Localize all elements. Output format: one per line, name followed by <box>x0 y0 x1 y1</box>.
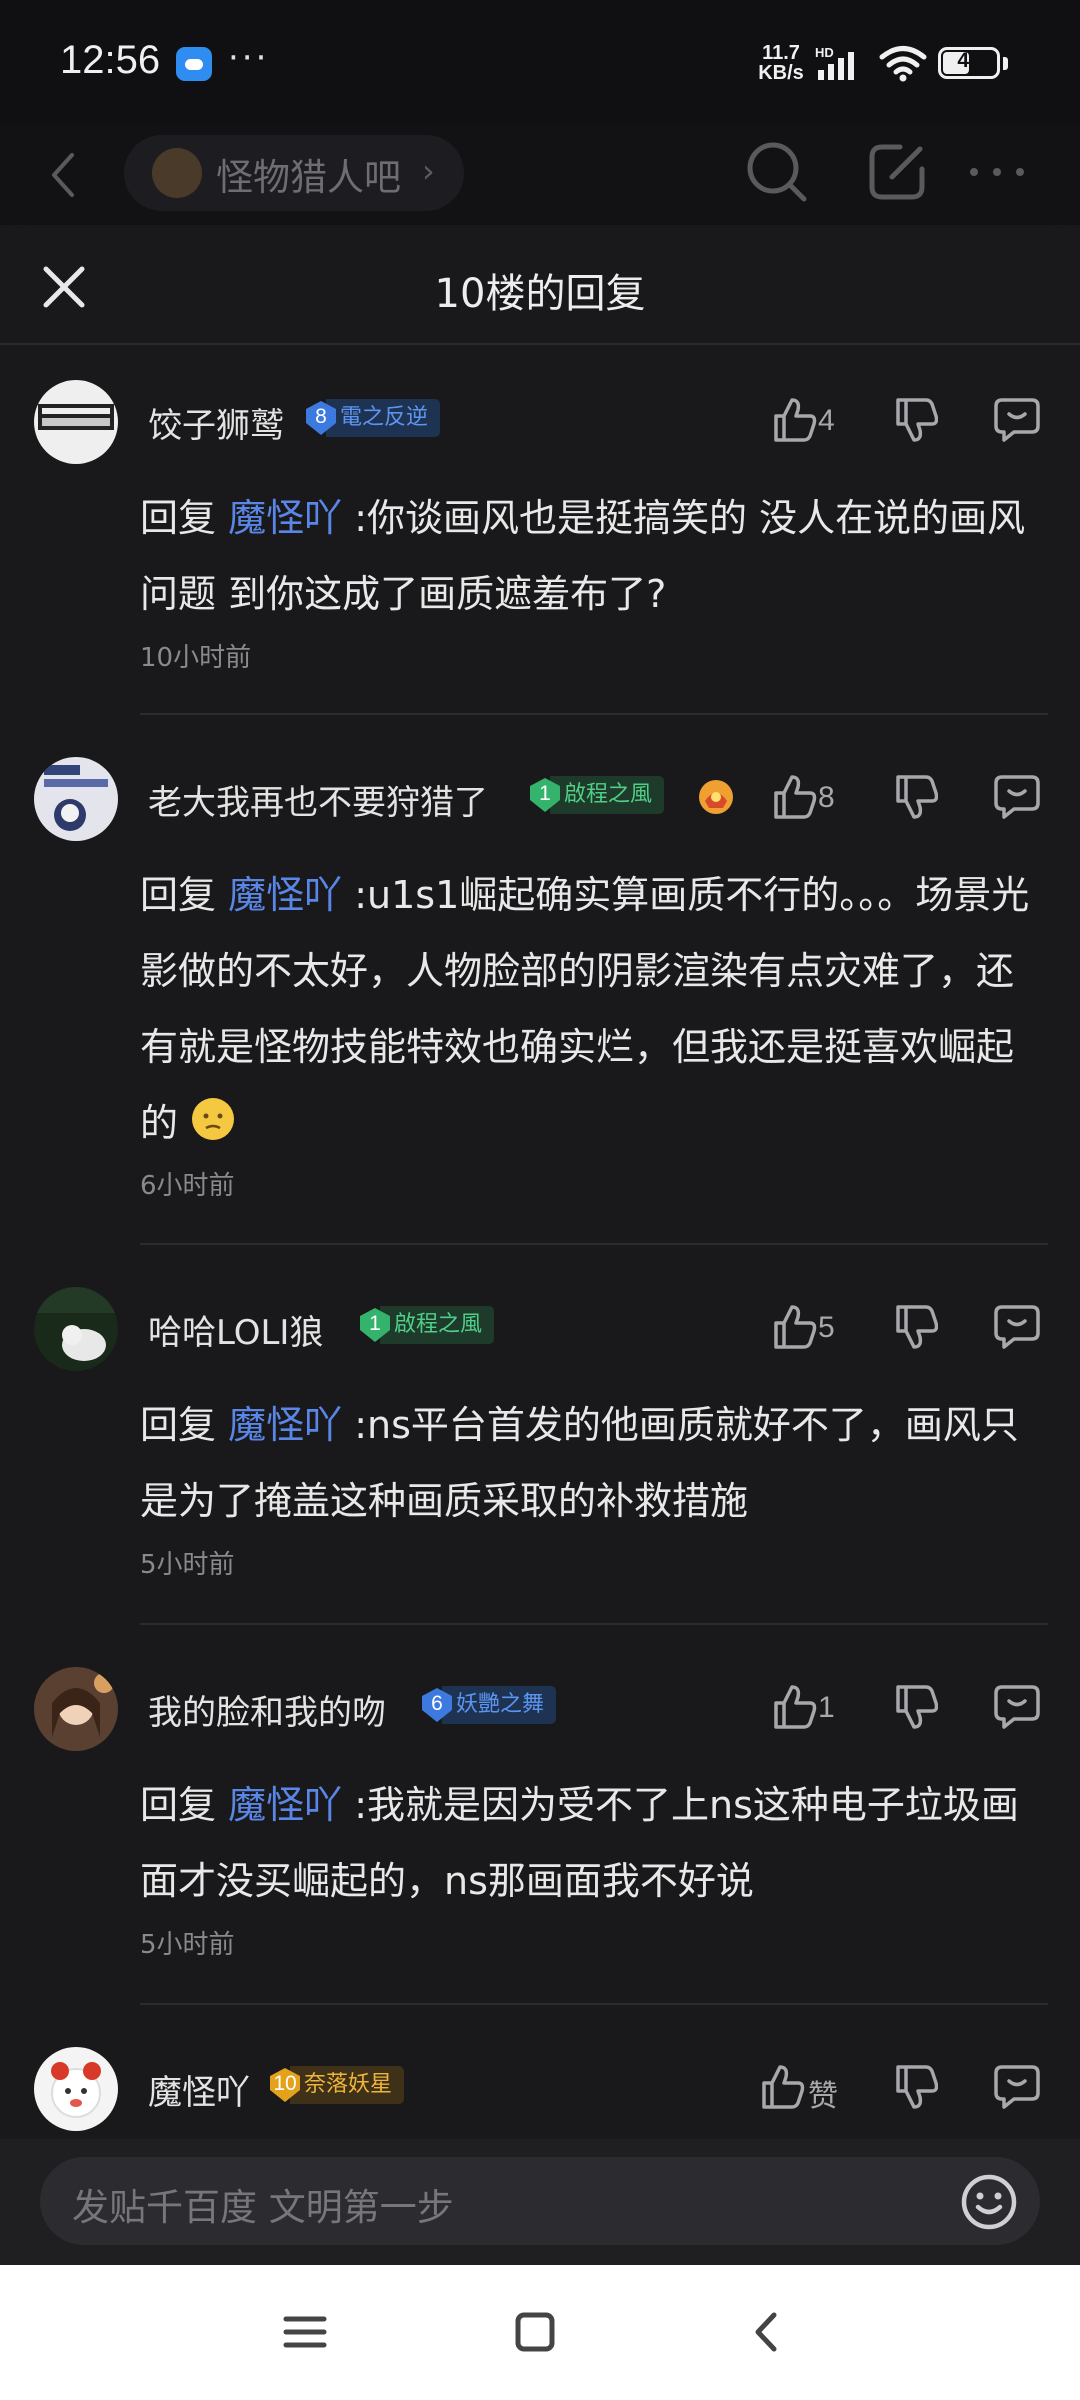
forum-name[interactable]: 怪物猎人吧 <box>216 147 401 201</box>
sheet-header: 10楼的回复 <box>0 225 1080 345</box>
avatar[interactable] <box>34 757 118 841</box>
divider <box>140 1243 1048 1245</box>
like-count: 1 <box>818 1691 835 1724</box>
mention-link[interactable]: 魔怪吖 <box>228 496 342 540</box>
badge-title: 電之反逆 <box>326 399 441 437</box>
level-badge: 1 啟程之風 <box>526 776 665 814</box>
like-count: 4 <box>818 404 835 437</box>
avatar[interactable] <box>34 1667 118 1751</box>
comment-author[interactable]: 饺子狮鹫 <box>148 398 284 447</box>
comment-time: 5小时前 <box>140 1930 235 1960</box>
reply-sheet: 10楼的回复 饺子狮鹫 8 電之反逆 4 回复 魔怪吖 :你谈画风也是挺搞笑的 … <box>0 225 1080 2139</box>
forum-avatar <box>152 148 202 198</box>
emoji-icon[interactable] <box>960 2173 1018 2231</box>
level-badge: 8 電之反逆 <box>302 399 441 437</box>
forum-header: 怪物猎人吧 › <box>0 125 1080 225</box>
badge-title: 啟程之風 <box>380 1306 495 1344</box>
comment-author[interactable]: 魔怪吖 <box>148 2065 250 2114</box>
reply-prefix: 回复 <box>140 1783 217 1827</box>
badge-level: 1 <box>369 1312 381 1335</box>
reply-icon[interactable] <box>992 1681 1042 1731</box>
comment-author[interactable]: 老大我再也不要狩猎了 <box>148 775 488 824</box>
badge-level: 6 <box>431 1692 443 1715</box>
reply-icon[interactable] <box>992 771 1042 821</box>
comment-body: 回复 魔怪吖 :u1s1崛起确实算画质不行的。。。场景光影做的不太好，人物脸部的… <box>140 857 1048 1161</box>
badge-level: 8 <box>315 405 327 428</box>
hd-label: HD <box>815 46 834 60</box>
comment-time: 6小时前 <box>140 1171 235 1201</box>
like-label: 赞 <box>808 2080 838 2113</box>
comment-body: 回复 魔怪吖 :ns平台首发的他画质就好不了，画风只是为了掩盖这种画质采取的补救… <box>140 1387 1048 1539</box>
reply-icon[interactable] <box>992 394 1042 444</box>
thumbs-up-icon[interactable] <box>758 2061 806 2111</box>
game-badge-icon <box>699 780 733 814</box>
input-bar: 发贴千百度 文明第一步 <box>0 2139 1080 2265</box>
network-speed-unit: KB/s <box>758 62 804 84</box>
reply-prefix: 回复 <box>140 1403 217 1447</box>
battery-level: 46 <box>957 49 981 72</box>
avatar[interactable] <box>34 380 118 464</box>
search-icon[interactable] <box>742 137 812 207</box>
network-speed-value: 11.7 <box>762 42 800 64</box>
network-speed: 11.7 KB/s <box>755 43 807 83</box>
home-icon[interactable] <box>510 2307 560 2357</box>
thumbs-down-icon[interactable] <box>892 1683 938 1733</box>
comment-author[interactable]: 我的脸和我的吻 <box>148 1685 386 1734</box>
thumbs-down-icon[interactable] <box>892 2063 938 2113</box>
avatar[interactable] <box>34 1287 118 1371</box>
thumbs-up-icon[interactable] <box>770 394 818 444</box>
mention-link[interactable]: 魔怪吖 <box>228 873 342 917</box>
divider <box>140 1623 1048 1625</box>
comment-body: 回复 魔怪吖 :我就是因为受不了上ns这种电子垃圾画面才没买崛起的，ns那画面我… <box>140 1767 1048 1919</box>
chevron-right-icon: › <box>422 152 435 190</box>
reply-prefix: 回复 <box>140 873 217 917</box>
reply-icon[interactable] <box>992 1301 1042 1351</box>
comment-body: 回复 魔怪吖 :你谈画风也是挺搞笑的 没人在说的画风问题 到你这成了画质遮羞布了… <box>140 480 1048 632</box>
back-nav-icon[interactable] <box>742 2307 792 2357</box>
avatar[interactable] <box>34 2047 118 2131</box>
like-count: 5 <box>818 1311 835 1344</box>
thumbs-down-icon[interactable] <box>892 773 938 823</box>
menu-icon[interactable] <box>280 2307 330 2357</box>
emoji-icon <box>192 1098 235 1140</box>
badge-title: 啟程之風 <box>550 776 665 814</box>
signal-icon: HD <box>815 46 854 80</box>
level-badge: 6 妖艷之舞 <box>418 1686 557 1724</box>
comment-time: 10小时前 <box>140 643 252 673</box>
reply-icon[interactable] <box>992 2061 1042 2111</box>
badge-level: 1 <box>539 782 551 805</box>
thumbs-up-icon[interactable] <box>770 1681 818 1731</box>
status-time: 12:56 <box>60 38 161 82</box>
battery-icon: 46 <box>938 47 1000 79</box>
back-icon[interactable] <box>44 143 84 207</box>
level-badge: 10 奈落妖星 <box>266 2066 405 2104</box>
comment-author[interactable]: 哈哈LOLI狼 <box>148 1305 323 1354</box>
comment-input-placeholder: 发贴千百度 文明第一步 <box>72 2186 454 2229</box>
cloud-app-icon <box>176 47 212 81</box>
thumbs-down-icon[interactable] <box>892 396 938 446</box>
thumbs-down-icon[interactable] <box>892 1303 938 1353</box>
mention-link[interactable]: 魔怪吖 <box>228 1403 342 1447</box>
thumbs-up-icon[interactable] <box>770 771 818 821</box>
divider <box>140 713 1048 715</box>
like-count: 8 <box>818 781 835 814</box>
badge-title: 奈落妖星 <box>290 2066 405 2104</box>
badge-title: 妖艷之舞 <box>442 1686 557 1724</box>
thumbs-up-icon[interactable] <box>770 1301 818 1351</box>
more-icon[interactable] <box>962 137 1032 207</box>
badge-level: 10 <box>273 2072 297 2095</box>
sheet-title: 10楼的回复 <box>434 271 646 317</box>
compose-icon[interactable] <box>862 137 932 207</box>
wifi-icon <box>879 46 927 82</box>
system-nav-bar <box>0 2265 1080 2400</box>
divider <box>140 2003 1048 2005</box>
reply-prefix: 回复 <box>140 496 217 540</box>
level-badge: 1 啟程之風 <box>356 1306 495 1344</box>
status-bar: 12:56 ··· 11.7 KB/s HD 46 <box>0 0 1080 125</box>
more-notifications-icon: ··· <box>228 38 270 78</box>
comment-time: 5小时前 <box>140 1550 235 1580</box>
mention-link[interactable]: 魔怪吖 <box>228 1783 342 1827</box>
